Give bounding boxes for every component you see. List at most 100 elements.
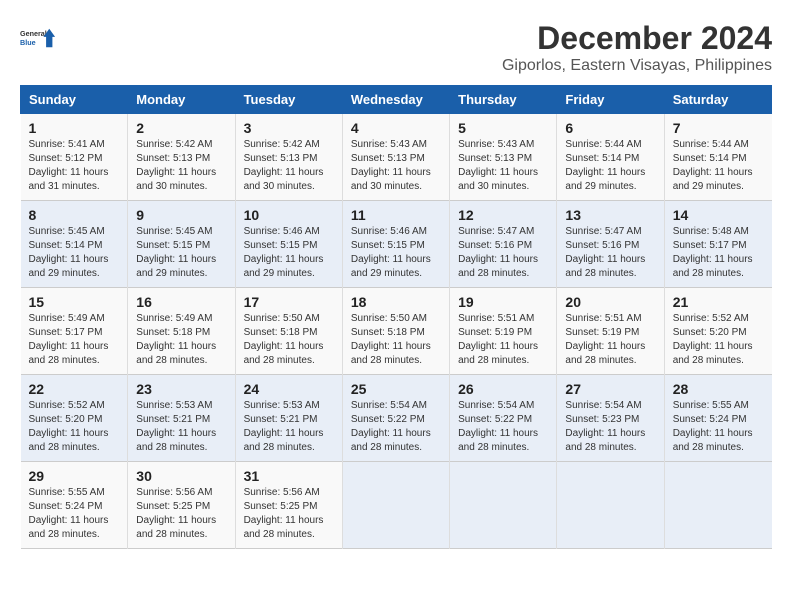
day-info: Sunrise: 5:42 AM Sunset: 5:13 PM Dayligh… xyxy=(244,138,334,194)
day-info: Sunrise: 5:43 AM Sunset: 5:13 PM Dayligh… xyxy=(351,138,441,194)
day-number: 17 xyxy=(244,294,334,310)
day-info: Sunrise: 5:48 AM Sunset: 5:17 PM Dayligh… xyxy=(673,225,764,281)
calendar-cell: 25Sunrise: 5:54 AM Sunset: 5:22 PM Dayli… xyxy=(342,375,449,462)
day-info: Sunrise: 5:45 AM Sunset: 5:14 PM Dayligh… xyxy=(29,225,120,281)
calendar-cell: 4 Sunrise: 5:43 AM Sunset: 5:13 PM Daylig… xyxy=(342,114,449,201)
calendar-cell: 28Sunrise: 5:55 AM Sunset: 5:24 PM Dayli… xyxy=(664,375,771,462)
day-number: 10 xyxy=(244,207,334,223)
day-number: 8 xyxy=(29,207,120,223)
day-number: 7 xyxy=(673,120,764,136)
day-info: Sunrise: 5:42 AM Sunset: 5:13 PM Dayligh… xyxy=(136,138,226,194)
day-number: 29 xyxy=(29,468,120,484)
day-number: 11 xyxy=(351,207,441,223)
col-thursday: Thursday xyxy=(450,86,557,114)
calendar-cell: 21 Sunrise: 5:52 AM Sunset: 5:20 PM Dayli… xyxy=(664,288,771,375)
calendar-cell: 7 Sunrise: 5:44 AM Sunset: 5:14 PM Daylig… xyxy=(664,114,771,201)
calendar-cell: 11 Sunrise: 5:46 AM Sunset: 5:15 PM Dayli… xyxy=(342,201,449,288)
calendar-cell: 24Sunrise: 5:53 AM Sunset: 5:21 PM Dayli… xyxy=(235,375,342,462)
calendar-cell: 29 Sunrise: 5:55 AM Sunset: 5:24 PM Dayli… xyxy=(21,462,128,549)
day-info: Sunrise: 5:53 AM Sunset: 5:21 PM Dayligh… xyxy=(244,399,334,455)
day-info: Sunrise: 5:55 AM Sunset: 5:24 PM Dayligh… xyxy=(29,486,120,542)
calendar-cell xyxy=(450,462,557,549)
day-number: 12 xyxy=(458,207,548,223)
calendar-cell: 2 Sunrise: 5:42 AM Sunset: 5:13 PM Daylig… xyxy=(128,114,235,201)
day-number: 14 xyxy=(673,207,764,223)
calendar-cell: 14 Sunrise: 5:48 AM Sunset: 5:17 PM Dayli… xyxy=(664,201,771,288)
col-sunday: Sunday xyxy=(21,86,128,114)
day-number: 15 xyxy=(29,294,120,310)
main-title: December 2024 xyxy=(502,20,772,57)
day-info: Sunrise: 5:54 AM Sunset: 5:22 PM Dayligh… xyxy=(458,399,548,455)
calendar-cell: 15 Sunrise: 5:49 AM Sunset: 5:17 PM Dayli… xyxy=(21,288,128,375)
day-number: 16 xyxy=(136,294,226,310)
calendar-cell: 9 Sunrise: 5:45 AM Sunset: 5:15 PM Daylig… xyxy=(128,201,235,288)
calendar-cell: 5Sunrise: 5:43 AM Sunset: 5:13 PM Daylig… xyxy=(450,114,557,201)
header: GeneralBlue December 2024 Giporlos, East… xyxy=(20,20,772,75)
title-area: December 2024 Giporlos, Eastern Visayas,… xyxy=(502,20,772,75)
day-info: Sunrise: 5:46 AM Sunset: 5:15 PM Dayligh… xyxy=(351,225,441,281)
day-number: 1 xyxy=(29,120,120,136)
day-info: Sunrise: 5:52 AM Sunset: 5:20 PM Dayligh… xyxy=(673,312,764,368)
day-info: Sunrise: 5:54 AM Sunset: 5:22 PM Dayligh… xyxy=(351,399,441,455)
day-number: 9 xyxy=(136,207,226,223)
logo: GeneralBlue xyxy=(20,20,56,56)
day-number: 4 xyxy=(351,120,441,136)
calendar-cell xyxy=(557,462,664,549)
calendar-cell: 22 Sunrise: 5:52 AM Sunset: 5:20 PM Dayli… xyxy=(21,375,128,462)
col-wednesday: Wednesday xyxy=(342,86,449,114)
day-info: Sunrise: 5:55 AM Sunset: 5:24 PM Dayligh… xyxy=(673,399,764,455)
calendar-cell: 8 Sunrise: 5:45 AM Sunset: 5:14 PM Daylig… xyxy=(21,201,128,288)
calendar-week-row: 15 Sunrise: 5:49 AM Sunset: 5:17 PM Dayli… xyxy=(21,288,772,375)
calendar-cell: 18 Sunrise: 5:50 AM Sunset: 5:18 PM Dayli… xyxy=(342,288,449,375)
calendar-cell: 26 Sunrise: 5:54 AM Sunset: 5:22 PM Dayli… xyxy=(450,375,557,462)
logo-icon: GeneralBlue xyxy=(20,20,56,56)
col-saturday: Saturday xyxy=(664,86,771,114)
day-number: 20 xyxy=(565,294,655,310)
day-number: 26 xyxy=(458,381,548,397)
calendar-cell: 19Sunrise: 5:51 AM Sunset: 5:19 PM Dayli… xyxy=(450,288,557,375)
calendar-week-row: 29 Sunrise: 5:55 AM Sunset: 5:24 PM Dayli… xyxy=(21,462,772,549)
day-number: 22 xyxy=(29,381,120,397)
calendar-cell: 20 Sunrise: 5:51 AM Sunset: 5:19 PM Dayli… xyxy=(557,288,664,375)
day-number: 13 xyxy=(565,207,655,223)
day-number: 21 xyxy=(673,294,764,310)
day-info: Sunrise: 5:44 AM Sunset: 5:14 PM Dayligh… xyxy=(565,138,655,194)
day-number: 6 xyxy=(565,120,655,136)
calendar-cell: 3Sunrise: 5:42 AM Sunset: 5:13 PM Daylig… xyxy=(235,114,342,201)
day-number: 30 xyxy=(136,468,226,484)
day-info: Sunrise: 5:51 AM Sunset: 5:19 PM Dayligh… xyxy=(565,312,655,368)
day-info: Sunrise: 5:47 AM Sunset: 5:16 PM Dayligh… xyxy=(565,225,655,281)
day-info: Sunrise: 5:56 AM Sunset: 5:25 PM Dayligh… xyxy=(244,486,334,542)
calendar-cell: 13 Sunrise: 5:47 AM Sunset: 5:16 PM Dayli… xyxy=(557,201,664,288)
calendar-week-row: 22 Sunrise: 5:52 AM Sunset: 5:20 PM Dayli… xyxy=(21,375,772,462)
day-info: Sunrise: 5:44 AM Sunset: 5:14 PM Dayligh… xyxy=(673,138,764,194)
day-info: Sunrise: 5:51 AM Sunset: 5:19 PM Dayligh… xyxy=(458,312,548,368)
day-number: 18 xyxy=(351,294,441,310)
calendar-week-row: 8 Sunrise: 5:45 AM Sunset: 5:14 PM Daylig… xyxy=(21,201,772,288)
day-info: Sunrise: 5:53 AM Sunset: 5:21 PM Dayligh… xyxy=(136,399,226,455)
day-info: Sunrise: 5:52 AM Sunset: 5:20 PM Dayligh… xyxy=(29,399,120,455)
calendar-cell: 27Sunrise: 5:54 AM Sunset: 5:23 PM Dayli… xyxy=(557,375,664,462)
calendar-cell xyxy=(664,462,771,549)
calendar-cell: 30 Sunrise: 5:56 AM Sunset: 5:25 PM Dayli… xyxy=(128,462,235,549)
day-number: 5 xyxy=(458,120,548,136)
day-info: Sunrise: 5:46 AM Sunset: 5:15 PM Dayligh… xyxy=(244,225,334,281)
calendar-cell: 6 Sunrise: 5:44 AM Sunset: 5:14 PM Daylig… xyxy=(557,114,664,201)
calendar-header-row: Sunday Monday Tuesday Wednesday Thursday… xyxy=(21,86,772,114)
day-number: 2 xyxy=(136,120,226,136)
col-monday: Monday xyxy=(128,86,235,114)
day-number: 31 xyxy=(244,468,334,484)
day-info: Sunrise: 5:56 AM Sunset: 5:25 PM Dayligh… xyxy=(136,486,226,542)
calendar-cell: 16Sunrise: 5:49 AM Sunset: 5:18 PM Dayli… xyxy=(128,288,235,375)
subtitle: Giporlos, Eastern Visayas, Philippines xyxy=(502,57,772,75)
day-info: Sunrise: 5:50 AM Sunset: 5:18 PM Dayligh… xyxy=(351,312,441,368)
calendar-cell: 10 Sunrise: 5:46 AM Sunset: 5:15 PM Dayli… xyxy=(235,201,342,288)
day-info: Sunrise: 5:45 AM Sunset: 5:15 PM Dayligh… xyxy=(136,225,226,281)
day-info: Sunrise: 5:54 AM Sunset: 5:23 PM Dayligh… xyxy=(565,399,655,455)
calendar-cell: 12 Sunrise: 5:47 AM Sunset: 5:16 PM Dayli… xyxy=(450,201,557,288)
calendar-cell xyxy=(342,462,449,549)
svg-text:General: General xyxy=(20,29,47,38)
day-info: Sunrise: 5:47 AM Sunset: 5:16 PM Dayligh… xyxy=(458,225,548,281)
day-info: Sunrise: 5:49 AM Sunset: 5:17 PM Dayligh… xyxy=(29,312,120,368)
calendar-table: Sunday Monday Tuesday Wednesday Thursday… xyxy=(20,85,772,549)
